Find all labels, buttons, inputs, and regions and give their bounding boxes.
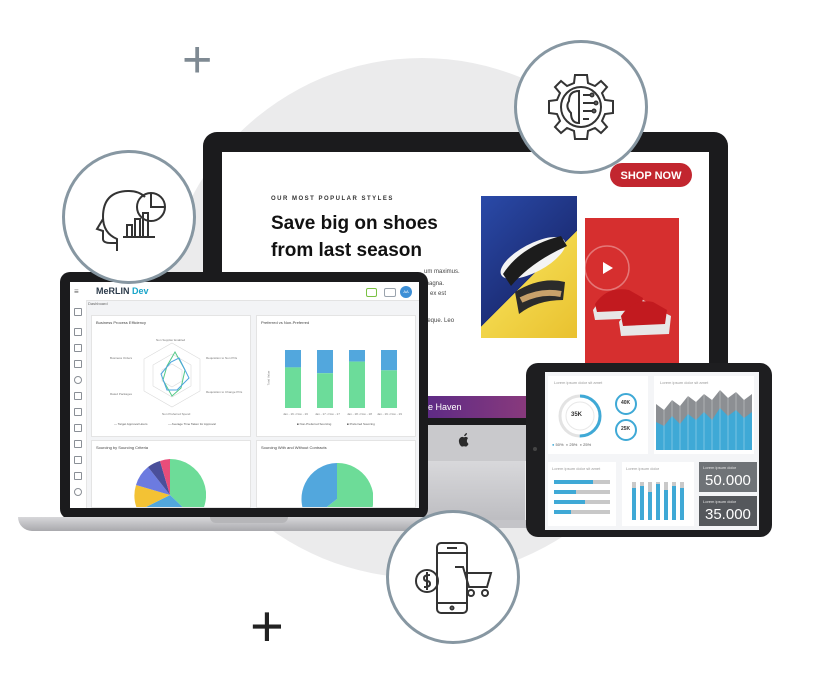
- legend-item: ■ Non-Preferred Sourcing: [297, 422, 332, 426]
- shop-now-button[interactable]: SHOP NOW: [610, 163, 692, 187]
- avatar[interactable]: AA: [400, 286, 412, 298]
- head-chart-icon: [95, 189, 166, 251]
- stat-label: Lorem ipsum dolor: [703, 465, 737, 470]
- bar-preferred: [349, 361, 365, 408]
- bar-non-preferred: [285, 350, 301, 368]
- gauge-value: 35K: [571, 412, 583, 418]
- menu-icon[interactable]: ≡: [74, 287, 79, 296]
- radar-label: Requisition to Non POs: [206, 356, 238, 360]
- gauge-legend: ● 50% ● 25% ● 25%: [552, 442, 592, 447]
- app-sidebar: [70, 300, 87, 508]
- chat-icon[interactable]: [384, 288, 396, 297]
- progress-bar: [554, 480, 610, 484]
- sidebar-user-icon[interactable]: [74, 376, 82, 384]
- card-title: Sourcing With and Without Contracts: [261, 445, 327, 450]
- panel-label: Lorem ipsum dolor sit amet: [660, 380, 709, 385]
- tablet-panel: Lorem ipsum dolor: [622, 462, 694, 526]
- card-title: Business Process Efficiency: [96, 320, 146, 325]
- mobile-commerce-badge: [386, 510, 520, 644]
- promo-headline: Save big on shoes from last season: [271, 213, 438, 261]
- plus-decoration-icon: +: [182, 31, 213, 89]
- sidebar-document-icon[interactable]: [74, 456, 82, 464]
- panel-label: Lorem ipsum dolor: [626, 466, 660, 471]
- app-brand: MeRLIN Dev: [96, 286, 149, 296]
- bar-preferred: [381, 370, 397, 408]
- radar-label: Business Orders: [110, 356, 133, 360]
- panel-label: Lorem ipsum dolor sit amet: [554, 380, 603, 385]
- progress-bar: [554, 510, 610, 514]
- laptop-notch: [210, 517, 288, 523]
- stat-card: Lorem ipsum dolor 35.000: [699, 496, 757, 526]
- bar-preferred: [285, 367, 301, 408]
- tablet-panel: Lorem ipsum dolor sit amet: [654, 376, 754, 454]
- x-tick-label: Jan - 18 • Nov - 18: [347, 412, 372, 416]
- shoe-image: [481, 196, 577, 338]
- dashboard-card: Business Process Efficiency Non Supplier…: [91, 315, 251, 437]
- brain-gear-icon: [548, 74, 614, 140]
- sidebar-home-icon[interactable]: [74, 308, 82, 316]
- gauge-value: 40K: [621, 400, 631, 406]
- bar-non-preferred: [381, 350, 397, 371]
- bar-non-preferred: [349, 350, 365, 362]
- radar-chart: [143, 342, 201, 408]
- stat-value: 35.000: [705, 506, 751, 523]
- stat-label: Lorem ipsum dolor: [703, 499, 737, 504]
- apple-logo-icon: [458, 433, 469, 447]
- progress-bar: [554, 490, 610, 494]
- gauge-value: 25K: [621, 426, 631, 432]
- sidebar-document-icon[interactable]: [74, 344, 82, 352]
- sidebar-document-icon[interactable]: [74, 408, 82, 416]
- tablet-camera: [533, 447, 537, 451]
- panel-label: Lorem ipsum dolor sit amet: [552, 466, 601, 471]
- body-text-fragment: um maximus.: [424, 269, 460, 275]
- plus-decoration-icon: +: [250, 594, 284, 659]
- x-tick-label: Jan - 17 • Nov - 17: [315, 412, 340, 416]
- notification-icon[interactable]: [366, 288, 377, 297]
- x-tick-label: Jan - 16 • Nov - 16: [283, 412, 308, 416]
- legend-item: ■ Preferred Sourcing: [347, 422, 375, 426]
- pie-chart: [301, 463, 373, 507]
- ai-brain-gear-badge: [514, 40, 648, 174]
- radar-label: Requisition to Change POs: [206, 390, 243, 394]
- breadcrumb: Dashboard: [88, 301, 108, 306]
- analytics-head-badge: [62, 150, 196, 284]
- axis-label: Total Value: [266, 370, 271, 386]
- legend-item: — Average Time Taken for Approval: [168, 422, 216, 426]
- dashboard-card: Sourcing by Sourcing Criteria: [91, 440, 251, 508]
- area-chart: [656, 386, 752, 450]
- mobile-shopping-icon: [415, 542, 493, 614]
- dashboard-card: Preferred vs Non-Preferred Total Value J…: [256, 315, 416, 437]
- bar-non-preferred: [317, 350, 333, 374]
- radar-label: Rated Packages: [110, 392, 133, 396]
- progress-bar: [554, 500, 610, 504]
- bar-preferred: [317, 373, 333, 408]
- pie-chart: [134, 459, 206, 507]
- footer-strip: e Haven: [420, 396, 530, 418]
- sidebar-item-icon[interactable]: [74, 328, 82, 336]
- column-chart: [632, 482, 684, 520]
- sidebar-document-icon[interactable]: [74, 472, 82, 480]
- legend-item: — Target Approval Hours: [114, 422, 148, 426]
- gauge-group: [558, 393, 637, 441]
- stat-value: 50.000: [705, 472, 751, 489]
- dashboard-card: Sourcing With and Without Contracts: [256, 440, 416, 508]
- radar-label: Non Supplier Enabled: [156, 338, 186, 342]
- stat-card: Lorem ipsum dolor 50.000: [699, 462, 757, 492]
- body-text-fragment: neque. Leo: [424, 318, 455, 324]
- card-title: Sourcing by Sourcing Criteria: [96, 445, 149, 450]
- sidebar-settings-icon[interactable]: [74, 424, 82, 432]
- radar-label: Non Preferred Spend: [162, 412, 191, 416]
- card-title: Preferred vs Non-Preferred: [261, 320, 310, 325]
- sidebar-link-icon[interactable]: [74, 440, 82, 448]
- bar-chart: [285, 350, 397, 408]
- shoe-image: [585, 218, 679, 364]
- x-tick-label: Jan - 19 • Nov - 19: [377, 412, 402, 416]
- sidebar-user-icon[interactable]: [74, 488, 82, 496]
- sidebar-chart-icon[interactable]: [74, 392, 82, 400]
- promo-eyebrow: OUR MOST POPULAR STYLES: [271, 196, 394, 202]
- tablet-panel: Lorem ipsum dolor sit amet: [548, 462, 616, 526]
- sidebar-document-icon[interactable]: [74, 360, 82, 368]
